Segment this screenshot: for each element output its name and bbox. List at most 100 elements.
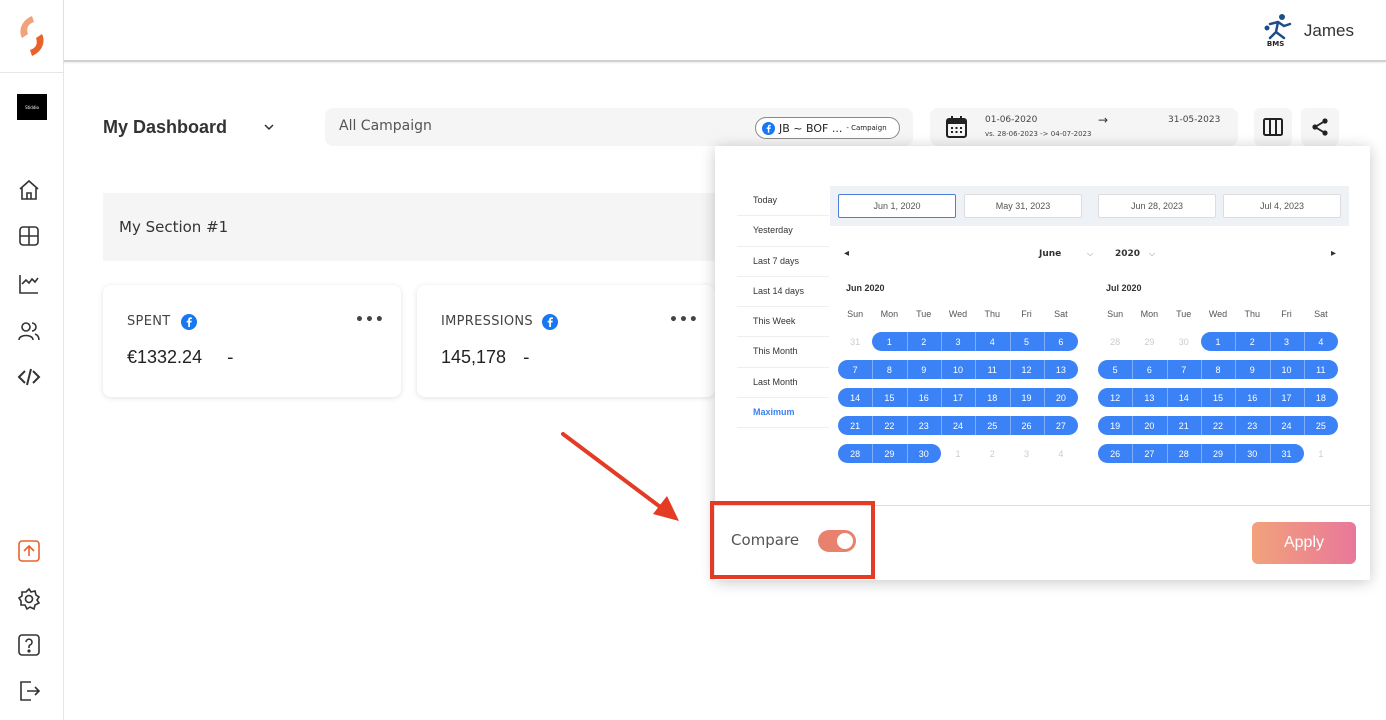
- compare-start-input[interactable]: Jun 28, 2023: [1098, 194, 1216, 218]
- calendar-day[interactable]: 23: [1235, 417, 1269, 436]
- next-month-icon[interactable]: ▸: [1331, 248, 1336, 259]
- calendar-day[interactable]: 16: [1235, 389, 1269, 408]
- calendar-day[interactable]: 18: [975, 389, 1009, 408]
- calendar-day[interactable]: 8: [1201, 361, 1235, 380]
- settings-gear-icon[interactable]: [17, 587, 41, 611]
- calendar-day[interactable]: 25: [1304, 417, 1338, 436]
- dashboard-title[interactable]: My Dashboard: [103, 117, 227, 138]
- calendar-day[interactable]: 19: [1009, 389, 1043, 408]
- calendar-day[interactable]: 29: [872, 445, 906, 464]
- calendar-day[interactable]: 16: [907, 389, 941, 408]
- chart-icon[interactable]: [17, 272, 41, 296]
- calendar-day[interactable]: 22: [872, 417, 906, 436]
- calendar-day[interactable]: 2: [975, 445, 1009, 464]
- calendar-day[interactable]: 21: [838, 417, 872, 436]
- calendar-day[interactable]: 24: [941, 417, 975, 436]
- workspace-logo[interactable]: Stiddio: [17, 94, 47, 120]
- calendar-day[interactable]: 25: [975, 417, 1009, 436]
- range-end-input[interactable]: May 31, 2023: [964, 194, 1082, 218]
- calendar-day[interactable]: 1: [1201, 333, 1235, 352]
- calendar-day[interactable]: 9: [907, 361, 941, 380]
- preset-last-7-days[interactable]: Last 7 days: [737, 247, 829, 277]
- user-menu[interactable]: BMS James: [1262, 14, 1354, 48]
- app-logo-icon[interactable]: [16, 12, 48, 60]
- home-icon[interactable]: [17, 178, 41, 202]
- calendar-day[interactable]: 7: [1167, 361, 1201, 380]
- calendar-day[interactable]: 30: [1235, 445, 1269, 464]
- preset-this-week[interactable]: This Week: [737, 307, 829, 338]
- calendar-day[interactable]: 17: [1269, 389, 1303, 408]
- users-icon[interactable]: [17, 319, 41, 343]
- calendar-day[interactable]: 23: [907, 417, 941, 436]
- calendar-day[interactable]: 5: [1009, 333, 1043, 352]
- calendar-day[interactable]: 14: [1167, 389, 1201, 408]
- preset-today[interactable]: Today: [737, 186, 829, 217]
- logout-icon[interactable]: [17, 679, 41, 703]
- year-select-chevron-icon[interactable]: ⌵: [1149, 249, 1155, 259]
- calendar-day[interactable]: 4: [975, 333, 1009, 352]
- calendar-day[interactable]: 26: [1009, 417, 1043, 436]
- help-icon[interactable]: [17, 633, 41, 657]
- calendar-day[interactable]: 6: [1132, 361, 1166, 380]
- chevron-down-icon[interactable]: [262, 120, 276, 134]
- calendar-day[interactable]: 4: [1304, 333, 1338, 352]
- calendar-day[interactable]: 12: [1009, 361, 1043, 380]
- calendar-day[interactable]: 20: [1132, 417, 1166, 436]
- preset-maximum[interactable]: Maximum: [737, 398, 829, 429]
- section-title[interactable]: My Section #1: [119, 218, 228, 236]
- calendar-day[interactable]: 15: [1201, 389, 1235, 408]
- calendar-day[interactable]: 12: [1098, 389, 1132, 408]
- calendar-day[interactable]: 28: [838, 445, 872, 464]
- prev-month-icon[interactable]: ◂: [844, 248, 849, 259]
- calendar-day[interactable]: 3: [1269, 333, 1303, 352]
- preset-yesterday[interactable]: Yesterday: [737, 216, 829, 247]
- calendar-day[interactable]: 18: [1304, 389, 1338, 408]
- code-icon[interactable]: [17, 365, 41, 389]
- calendar-day[interactable]: 10: [1269, 361, 1303, 380]
- calendar-day[interactable]: 28: [1167, 445, 1201, 464]
- calendar-day[interactable]: 17: [941, 389, 975, 408]
- calendar-day[interactable]: 4: [1044, 445, 1078, 464]
- calendar-day[interactable]: 31: [1269, 445, 1303, 464]
- calendar-day[interactable]: 2: [907, 333, 941, 352]
- calendar-day[interactable]: 19: [1098, 417, 1132, 436]
- upload-icon[interactable]: [17, 539, 41, 563]
- calendar-day[interactable]: 29: [1132, 333, 1166, 352]
- calendar-day[interactable]: 7: [838, 361, 872, 380]
- calendar-day[interactable]: 14: [838, 389, 872, 408]
- more-options-icon[interactable]: •••: [355, 312, 385, 328]
- calendar-day[interactable]: 1: [941, 445, 975, 464]
- calendar-day[interactable]: 27: [1132, 445, 1166, 464]
- calendar-day[interactable]: 11: [975, 361, 1009, 380]
- calendar-day[interactable]: 29: [1201, 445, 1235, 464]
- calendar-day[interactable]: 2: [1235, 333, 1269, 352]
- calendar-day[interactable]: 1: [1304, 445, 1338, 464]
- calendar-day[interactable]: 9: [1235, 361, 1269, 380]
- calendar-day[interactable]: 30: [1167, 333, 1201, 352]
- preset-this-month[interactable]: This Month: [737, 337, 829, 368]
- calendar-day[interactable]: 11: [1304, 361, 1338, 380]
- calendar-day[interactable]: 5: [1098, 361, 1132, 380]
- calendar-day[interactable]: 22: [1201, 417, 1235, 436]
- calendar-day[interactable]: 8: [872, 361, 906, 380]
- share-button[interactable]: [1301, 108, 1339, 146]
- range-start-input[interactable]: Jun 1, 2020: [838, 194, 956, 218]
- calendar-day[interactable]: 20: [1044, 389, 1078, 408]
- apply-button[interactable]: Apply: [1252, 522, 1356, 564]
- more-options-icon[interactable]: •••: [669, 312, 699, 328]
- columns-button[interactable]: [1254, 108, 1292, 146]
- calendar-day[interactable]: 3: [941, 333, 975, 352]
- date-range-picker[interactable]: 01-06-2020 → 31-05-2023 vs. 28-06-2023 -…: [930, 108, 1238, 146]
- campaign-filter[interactable]: All Campaign JB ~ BOF ... - Campaign: [325, 108, 913, 146]
- dashboard-grid-icon[interactable]: [17, 224, 41, 248]
- campaign-chip[interactable]: JB ~ BOF ... - Campaign: [755, 117, 900, 139]
- calendar-day[interactable]: 28: [1098, 333, 1132, 352]
- calendar-day[interactable]: 27: [1044, 417, 1078, 436]
- preset-last-14-days[interactable]: Last 14 days: [737, 277, 829, 308]
- calendar-day[interactable]: 15: [872, 389, 906, 408]
- calendar-day[interactable]: 10: [941, 361, 975, 380]
- calendar-day[interactable]: 31: [838, 333, 872, 352]
- preset-last-month[interactable]: Last Month: [737, 368, 829, 399]
- calendar-day[interactable]: 6: [1044, 333, 1078, 352]
- month-select[interactable]: June: [1039, 249, 1061, 259]
